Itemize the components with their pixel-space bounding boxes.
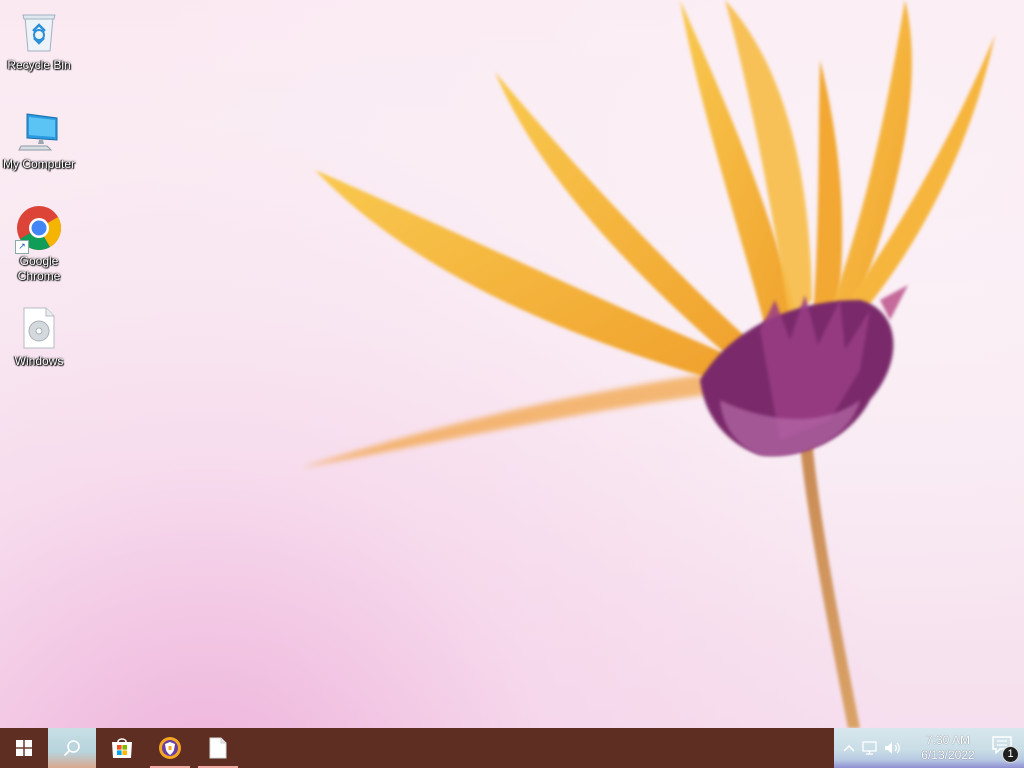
search-icon: [63, 740, 80, 757]
disc-file-icon: [15, 304, 63, 352]
taskbar-app-browser[interactable]: [146, 728, 194, 768]
taskbar-app-store[interactable]: [98, 728, 146, 768]
clock[interactable]: 7:30 AM 6/13/2022: [904, 733, 992, 763]
desktop-icon-label: My Computer: [2, 157, 76, 171]
desktop-icon-my-computer[interactable]: My Computer: [0, 107, 78, 172]
start-button[interactable]: [0, 728, 48, 768]
notification-count-badge: 1: [1002, 746, 1019, 763]
desktop-icon-windows[interactable]: Windows: [0, 304, 78, 369]
clock-time: 7:30 AM: [925, 733, 971, 747]
search-button[interactable]: [48, 728, 96, 768]
wallpaper-flower: [300, 0, 995, 728]
recycle-bin-icon: [15, 8, 63, 56]
store-icon: [112, 738, 132, 758]
desktop-icon-label: Windows: [14, 354, 64, 368]
taskbar: 7:30 AM 6/13/2022 1: [0, 728, 1024, 768]
volume-icon[interactable]: [882, 728, 904, 768]
document-icon: [209, 737, 227, 759]
network-icon[interactable]: [860, 728, 882, 768]
clock-date: 6/13/2022: [921, 748, 975, 762]
action-center-button[interactable]: 1: [992, 736, 1019, 763]
desktop: Recycle Bin My Computer ↗ Google Chrome …: [0, 0, 1024, 728]
desktop-icon-recycle-bin[interactable]: Recycle Bin: [0, 8, 78, 73]
desktop-icon-google-chrome[interactable]: ↗ Google Chrome: [0, 204, 78, 284]
chevron-up-icon[interactable]: [838, 728, 860, 768]
system-tray: 7:30 AM 6/13/2022 1: [834, 728, 1024, 768]
desktop-icon-label: Recycle Bin: [7, 58, 71, 72]
windows-logo-icon: [16, 740, 32, 756]
shortcut-arrow-icon: ↗: [15, 240, 29, 254]
computer-icon: [15, 107, 63, 155]
browser-shield-icon: [159, 737, 181, 759]
chrome-icon: ↗: [15, 204, 63, 254]
desktop-icon-label: Google Chrome: [17, 254, 61, 283]
taskbar-app-file[interactable]: [194, 728, 242, 768]
